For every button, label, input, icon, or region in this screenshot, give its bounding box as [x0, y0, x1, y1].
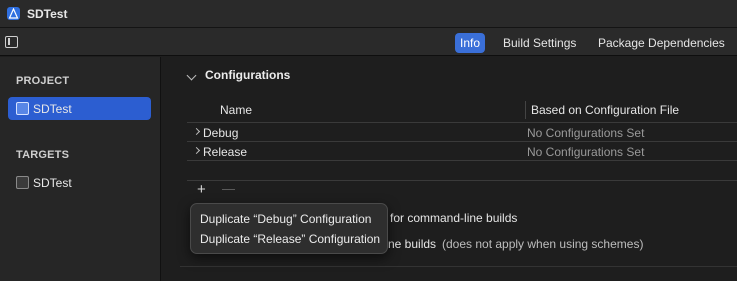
project-header: PROJECT [16, 75, 70, 87]
divider [187, 122, 737, 123]
config-name: Debug [203, 126, 239, 140]
builds-label: ne builds [388, 237, 437, 251]
project-targets-sidebar: PROJECT SDTest TARGETS SDTest [0, 57, 161, 281]
tab-info[interactable]: Info [455, 33, 486, 53]
add-configuration-menu: Duplicate “Debug” Configuration Duplicat… [190, 203, 388, 254]
chevron-right-icon[interactable] [192, 146, 201, 155]
config-file: No Configurations Set [527, 145, 645, 159]
menu-item-duplicate-debug[interactable]: Duplicate “Debug” Configuration [200, 212, 371, 226]
window-title: SDTest [27, 7, 68, 21]
divider [180, 266, 737, 267]
configurations-table: Name Based on Configuration File Debug N… [187, 96, 737, 182]
app-icon [7, 7, 20, 20]
config-name: Release [203, 145, 248, 159]
config-file: No Configurations Set [527, 126, 645, 140]
chevron-right-icon[interactable] [192, 127, 201, 136]
sidebar-item-target[interactable]: SDTest [8, 171, 151, 194]
configurations-title: Configurations [205, 68, 291, 82]
editor-toolbar: Info Build Settings Package Dependencies [0, 28, 737, 56]
tab-package-dependencies[interactable]: Package Dependencies [593, 33, 730, 53]
sidebar-item-label: SDTest [33, 176, 72, 190]
tab-build-settings[interactable]: Build Settings [498, 33, 581, 53]
cmdline-builds-label: for command-line builds [390, 211, 518, 225]
project-icon [16, 102, 29, 115]
sidebar-toggle-icon[interactable] [5, 36, 18, 48]
column-header-file[interactable]: Based on Configuration File [531, 103, 679, 117]
schemes-note: (does not apply when using schemes) [442, 237, 644, 251]
target-app-icon [16, 176, 29, 189]
divider [187, 141, 737, 142]
title-bar: SDTest [0, 0, 737, 28]
sidebar-item-label: SDTest [33, 102, 72, 116]
divider [187, 180, 737, 181]
sidebar-item-project[interactable]: SDTest [8, 97, 151, 120]
column-header-name[interactable]: Name [220, 103, 252, 117]
add-configuration-button[interactable]: + [197, 181, 206, 198]
targets-header: TARGETS [16, 149, 70, 161]
chevron-down-icon[interactable] [186, 70, 197, 81]
remove-configuration-button[interactable] [222, 189, 235, 190]
menu-item-duplicate-release[interactable]: Duplicate “Release” Configuration [200, 232, 380, 246]
column-divider[interactable] [525, 101, 526, 119]
divider [187, 160, 737, 161]
